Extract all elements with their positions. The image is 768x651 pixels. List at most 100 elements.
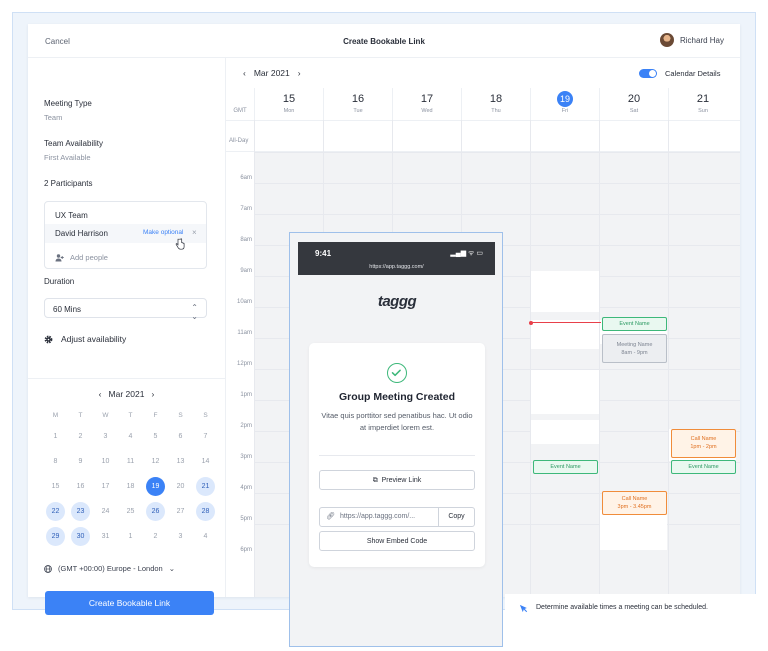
mini-day[interactable]: 31 — [93, 527, 118, 546]
mini-day-number: 19 — [146, 477, 165, 496]
mini-day[interactable]: 29 — [43, 527, 68, 546]
mini-day[interactable]: 2 — [143, 527, 168, 546]
mini-day[interactable]: 15 — [43, 477, 68, 496]
mini-day[interactable]: 4 — [118, 427, 143, 446]
mini-day[interactable]: 18 — [118, 477, 143, 496]
mini-prev-icon[interactable]: ‹ — [99, 389, 102, 399]
day-divider — [668, 120, 669, 597]
mini-day-number: 21 — [196, 477, 215, 496]
available-slot[interactable] — [600, 510, 667, 550]
mini-day[interactable]: 16 — [68, 477, 93, 496]
day-name: Wed — [421, 108, 433, 114]
mini-day[interactable]: 1 — [43, 427, 68, 446]
mini-day[interactable]: 13 — [168, 452, 193, 471]
day-header[interactable]: 19 Fri — [530, 88, 599, 120]
mini-day[interactable]: 3 — [168, 527, 193, 546]
duration-select[interactable]: 60 Mins ⌃ ⌄ — [44, 298, 207, 321]
day-header[interactable]: 16 Tue — [323, 88, 392, 120]
user-menu[interactable]: Richard Hay — [659, 33, 724, 47]
mini-day[interactable]: 14 — [193, 452, 218, 471]
day-number: 21 — [696, 93, 710, 105]
day-header[interactable]: 15 Mon — [254, 88, 323, 120]
mini-day-number: 3 — [103, 433, 108, 440]
mini-day[interactable]: 19 — [143, 477, 168, 496]
mini-next-icon[interactable]: › — [152, 389, 155, 399]
prev-week-icon[interactable]: ‹ — [243, 68, 246, 78]
all-day-row — [226, 120, 740, 152]
available-slot[interactable] — [531, 271, 599, 312]
phone-status-bar: 9:41 ▂▄▆ ᯤ ▭ https://app.taggg.com/ — [298, 242, 495, 275]
mini-day[interactable]: 12 — [143, 452, 168, 471]
mini-day[interactable]: 26 — [143, 502, 168, 521]
page-title: Create Bookable Link — [343, 37, 425, 46]
make-optional-link[interactable]: Make optional — [143, 229, 183, 236]
mini-day-number: 13 — [176, 458, 185, 465]
available-slot[interactable] — [531, 370, 599, 414]
mini-day[interactable]: 6 — [168, 427, 193, 446]
remove-participant-icon[interactable]: × — [192, 228, 197, 237]
mini-day[interactable]: 2 — [68, 427, 93, 446]
toggle-knob — [649, 70, 656, 77]
day-name: Fri — [561, 108, 569, 114]
participant-team[interactable]: UX Team — [55, 211, 88, 220]
mini-day[interactable]: 28 — [193, 502, 218, 521]
timezone-value: (GMT +00:00) Europe - London — [58, 564, 163, 573]
available-slot[interactable] — [531, 420, 599, 444]
phone-time: 9:41 — [315, 249, 332, 258]
mini-day-number: 20 — [176, 483, 185, 490]
hour-label: 5pm — [240, 516, 252, 522]
mini-day[interactable]: 3 — [93, 427, 118, 446]
mini-day[interactable]: 20 — [168, 477, 193, 496]
event-block[interactable]: Event Name — [533, 460, 598, 474]
meeting-block[interactable]: Meeting Name 8am - 9pm — [602, 334, 667, 363]
next-week-icon[interactable]: › — [298, 68, 301, 78]
mini-day[interactable]: 21 — [193, 477, 218, 496]
link-icon: 🔗︎ — [326, 513, 335, 520]
day-number: 18 — [489, 93, 503, 105]
mini-day[interactable]: 30 — [68, 527, 93, 546]
meeting-type-value[interactable]: Team — [44, 113, 62, 122]
mini-day[interactable]: 4 — [193, 527, 218, 546]
mini-day[interactable]: 22 — [43, 502, 68, 521]
adjust-availability-button[interactable]: Adjust availability — [44, 334, 126, 344]
day-header[interactable]: 20 Sat — [599, 88, 668, 120]
add-people-button[interactable]: Add people — [55, 253, 108, 262]
calendar-details-toggle[interactable] — [639, 69, 657, 78]
event-block[interactable]: Event Name — [602, 317, 667, 331]
available-slot[interactable] — [531, 320, 599, 349]
mini-day[interactable]: 24 — [93, 502, 118, 521]
mini-day[interactable]: 27 — [168, 502, 193, 521]
hour-label: 12pm — [236, 361, 252, 367]
link-field[interactable]: 🔗︎ https://app.taggg.com/... Copy — [319, 507, 475, 527]
day-header[interactable]: 21 Sun — [668, 88, 737, 120]
mini-day[interactable]: 8 — [43, 452, 68, 471]
mini-day[interactable]: 17 — [93, 477, 118, 496]
create-bookable-link-button[interactable]: Create Bookable Link — [45, 591, 214, 615]
mini-day[interactable]: 7 — [193, 427, 218, 446]
mini-day[interactable]: 1 — [118, 527, 143, 546]
check-circle-icon — [387, 363, 407, 383]
hour-label: 9am — [240, 268, 252, 274]
call-block[interactable]: Call Name 1pm - 2pm — [671, 429, 736, 458]
gear-icon — [44, 335, 53, 343]
timezone-select[interactable]: (GMT +00:00) Europe - London ⌄ — [44, 564, 175, 573]
day-header[interactable]: 17 Wed — [392, 88, 461, 120]
pointer-icon — [519, 604, 528, 613]
preview-link-button[interactable]: ⧉ Preview Link — [319, 470, 475, 490]
show-embed-code-button[interactable]: Show Embed Code — [319, 531, 475, 551]
mini-day[interactable]: 23 — [68, 502, 93, 521]
calendar-toolbar: ‹ Mar 2021 › Calendar Details — [226, 58, 740, 88]
day-number: 19 — [557, 91, 573, 107]
mini-day[interactable]: 9 — [68, 452, 93, 471]
mini-calendar-header: ‹ Mar 2021 › — [28, 389, 225, 399]
mini-day[interactable]: 5 — [143, 427, 168, 446]
mini-day[interactable]: 11 — [118, 452, 143, 471]
mini-day[interactable]: 25 — [118, 502, 143, 521]
mini-day[interactable]: 10 — [93, 452, 118, 471]
call-block[interactable]: Call Name 3pm - 3.45pm — [602, 491, 667, 515]
day-header[interactable]: 18 Thu — [461, 88, 530, 120]
copy-button[interactable]: Copy — [438, 508, 474, 526]
event-block[interactable]: Event Name — [671, 460, 736, 474]
team-availability-value[interactable]: First Available — [44, 153, 91, 162]
weekday-label: S — [203, 412, 208, 419]
